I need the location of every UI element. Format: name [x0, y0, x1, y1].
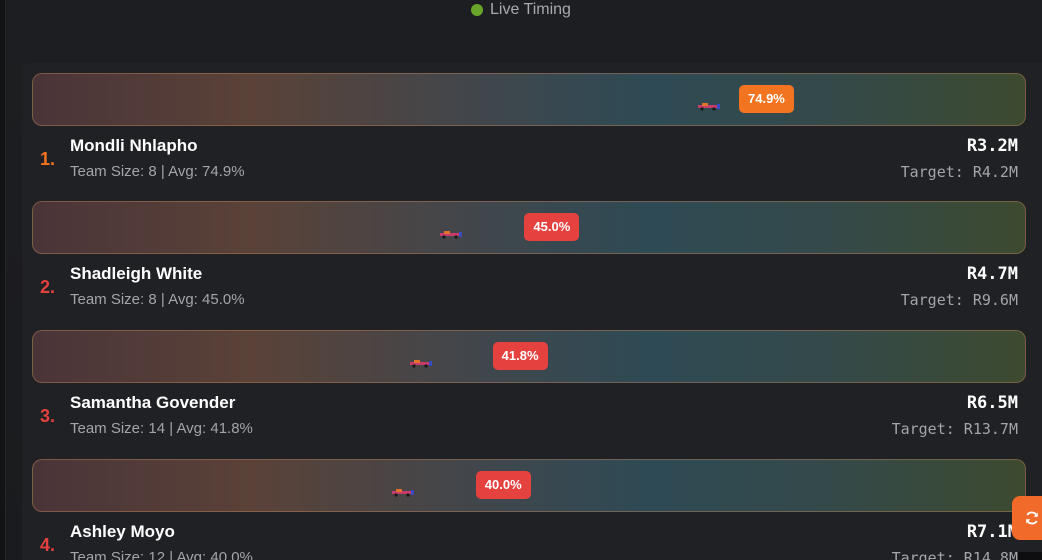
team-stats: Team Size: 12 | Avg: 40.0% [70, 549, 253, 560]
refresh-icon [1026, 511, 1038, 525]
leaderboard-page: Live Timing 74.9% 1. Mondli Nhlapho Team… [0, 0, 1042, 560]
race-car-icon [440, 231, 463, 239]
sales-target: Target: R9.6M [900, 291, 1018, 309]
sales-target: Target: R4.2M [900, 163, 1018, 181]
progress-track: 40.0% [32, 459, 1026, 512]
agent-name: Shadleigh White [70, 264, 203, 283]
progress-track: 41.8% [32, 330, 1026, 383]
progress-track: 45.0% [32, 201, 1026, 254]
rank-number: 4. [40, 535, 56, 555]
team-stats: Team Size: 8 | Avg: 74.9% [70, 163, 245, 180]
team-stats: Team Size: 8 | Avg: 45.0% [70, 291, 245, 308]
live-status-dot-icon [471, 4, 484, 16]
sales-target: Target: R13.7M [891, 420, 1018, 438]
race-car-icon [698, 103, 720, 111]
rank-number: 3. [40, 406, 56, 426]
agent-name: Samantha Govender [70, 393, 236, 412]
progress-percent-badge: 41.8% [492, 342, 548, 370]
sales-amount: R7.1M [966, 522, 1018, 542]
progress-percent-badge: 40.0% [475, 471, 531, 499]
progress-percent-badge: 74.9% [739, 85, 794, 113]
rank-number: 2. [40, 277, 56, 297]
agent-name: Ashley Moyo [70, 522, 175, 541]
race-car-icon [409, 360, 432, 368]
race-car-icon [391, 489, 414, 497]
live-timing-label: Live Timing [490, 1, 571, 18]
sales-target: Target: R14.8M [891, 549, 1018, 560]
agent-name: Mondli Nhlapho [70, 136, 198, 155]
progress-percent-badge: 45.0% [524, 213, 580, 241]
progress-track: 74.9% [32, 73, 1026, 126]
live-timing-indicator: Live Timing [0, 0, 1042, 20]
team-stats: Team Size: 14 | Avg: 41.8% [70, 420, 253, 437]
window-corner [1018, 552, 1042, 560]
refresh-button[interactable] [1012, 496, 1042, 540]
sales-amount: R3.2M [966, 136, 1018, 156]
sales-amount: R6.5M [966, 393, 1018, 413]
rank-number: 1. [40, 149, 56, 169]
sales-amount: R4.7M [966, 264, 1018, 284]
sidebar-edge [0, 0, 6, 560]
